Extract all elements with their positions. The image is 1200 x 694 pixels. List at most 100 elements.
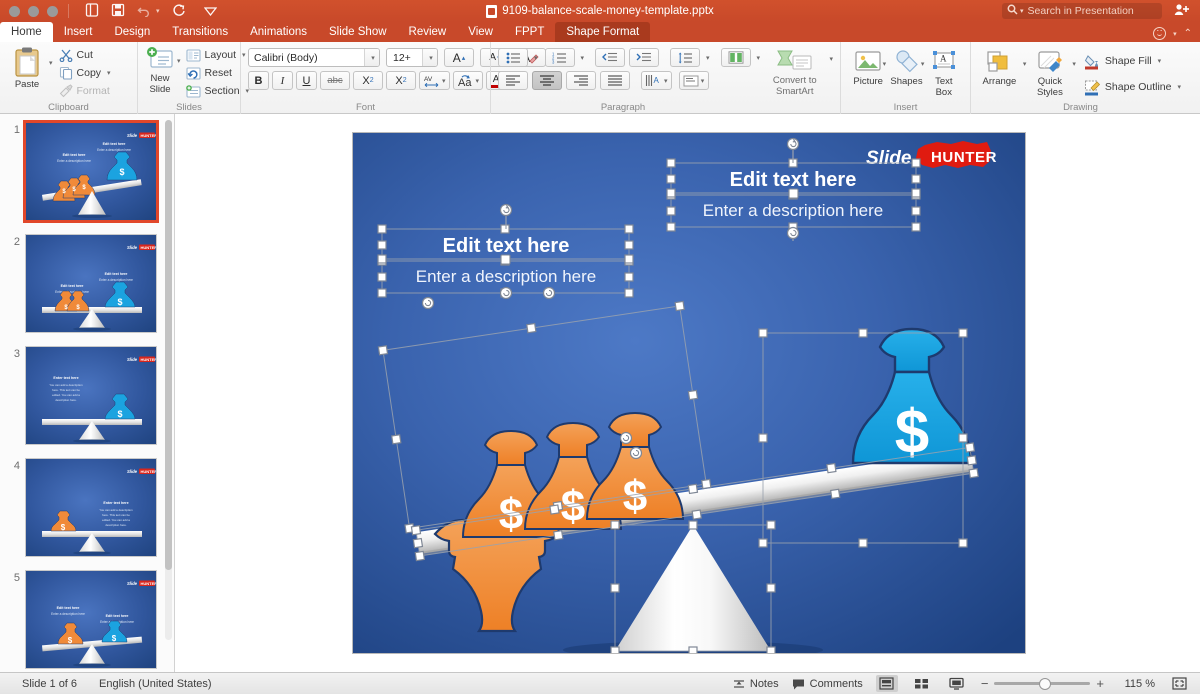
underline-button[interactable]: U [296, 71, 317, 90]
zoom-in-button[interactable]: + [1096, 677, 1104, 690]
fit-to-window-button[interactable] [1168, 675, 1190, 692]
font-size-caret[interactable]: ▾ [422, 49, 437, 66]
align-text-button[interactable]: ▾ [678, 71, 709, 90]
zoom-track[interactable] [994, 677, 1091, 690]
font-family-caret[interactable]: ▾ [364, 49, 379, 66]
bullets-button[interactable] [498, 48, 528, 67]
search-input[interactable] [1027, 5, 1157, 17]
thumbnail-scrollbar-thumb[interactable] [165, 120, 172, 570]
numbering-caret[interactable]: ▾ [581, 54, 585, 62]
paste-button[interactable]: Paste [7, 45, 47, 91]
window-controls[interactable] [9, 5, 58, 17]
quick-styles-button[interactable]: Quick Styles [1029, 48, 1070, 98]
columns-button[interactable] [720, 48, 751, 67]
ribbon-tabs[interactable]: Home Insert Design Transitions Animation… [0, 22, 1200, 42]
align-text-caret[interactable]: ▾ [701, 77, 705, 85]
thumbnail-row[interactable]: 3 Slide HUNTER Enter text here You can a… [0, 333, 174, 445]
normal-view-button[interactable] [875, 675, 898, 692]
shape-outline-caret[interactable]: ▾ [1177, 83, 1181, 91]
shape-outline-button[interactable]: Shape Outline ▾ [1082, 79, 1183, 95]
arrange-button[interactable]: Arrange [978, 48, 1021, 88]
subscript-button[interactable]: X2 [386, 71, 416, 90]
tab-shape-format[interactable]: Shape Format [555, 22, 651, 42]
undo-dropdown-caret[interactable]: ▾ [156, 7, 160, 15]
shape-fill-button[interactable]: Shape Fill ▾ [1082, 53, 1183, 69]
copy-dropdown-caret[interactable]: ▾ [107, 69, 111, 77]
align-center-button[interactable] [532, 71, 562, 90]
arrange-caret[interactable]: ▾ [1023, 48, 1027, 68]
tab-transitions[interactable]: Transitions [161, 22, 239, 42]
cut-button[interactable]: Cut [57, 47, 113, 63]
align-left-button[interactable] [498, 71, 528, 90]
share-user-icon[interactable] [1174, 3, 1190, 19]
numbering-button[interactable]: 123 [544, 48, 575, 67]
text-direction-button[interactable]: A ▾ [641, 71, 672, 90]
collapse-ribbon-chevron-icon[interactable]: ⌃ [1184, 28, 1192, 39]
slide-thumbnail-pane[interactable]: 1 Slide HUNTER Edit text here Enter a de… [0, 114, 175, 672]
thumbnail-row[interactable]: 4 Slide HUNTER Enter text here You can a… [0, 445, 174, 557]
superscript-button[interactable]: X2 [353, 71, 383, 90]
font-size-combobox[interactable]: 12+ ▾ [386, 48, 438, 67]
convert-to-smartart-button[interactable]: Convert to SmartArt [762, 47, 827, 97]
shape-fill-caret[interactable]: ▾ [1158, 57, 1162, 65]
character-spacing-caret[interactable]: ▾ [442, 77, 446, 85]
copy-button[interactable]: Copy ▾ [57, 65, 113, 81]
thumbnail-row[interactable]: 2 Slide HUNTER Edit text here Enter a de… [0, 221, 174, 333]
feedback-dropdown-caret[interactable]: ▾ [1173, 30, 1177, 38]
new-presentation-icon[interactable] [85, 3, 99, 19]
slide-thumbnail-5[interactable]: Slide HUNTER Edit text here Enter a desc… [25, 570, 157, 669]
tab-design[interactable]: Design [103, 22, 161, 42]
new-slide-button[interactable]: New Slide [145, 45, 175, 95]
slide-thumbnail-4[interactable]: Slide HUNTER Enter text here You can add… [25, 458, 157, 557]
grow-font-button[interactable]: A ▴ [444, 48, 474, 67]
zoom-knob[interactable] [1039, 677, 1052, 690]
bold-button[interactable]: B [248, 71, 269, 90]
thumbnail-row[interactable]: 5 Slide HUNTER Edit text here Enter a de… [0, 557, 174, 669]
slideshow-view-button[interactable] [946, 675, 968, 692]
quick-styles-caret[interactable]: ▾ [1072, 48, 1076, 68]
zoom-out-button[interactable]: − [981, 677, 989, 690]
slide-thumbnail-3[interactable]: Slide HUNTER Enter text here You can add… [25, 346, 157, 445]
justify-button[interactable] [600, 71, 630, 90]
bullets-caret[interactable]: ▾ [534, 54, 538, 62]
tab-insert[interactable]: Insert [53, 22, 104, 42]
slide-thumbnail-2[interactable]: Slide HUNTER Edit text here Enter a desc… [25, 234, 157, 333]
minimize-window-button[interactable] [28, 5, 39, 17]
text-direction-caret[interactable]: ▾ [664, 77, 668, 85]
language-indicator[interactable]: English (United States) [99, 678, 212, 690]
change-case-button[interactable]: Aa ▾ [452, 71, 484, 90]
close-window-button[interactable] [9, 5, 20, 17]
change-case-caret[interactable]: ▾ [476, 77, 480, 85]
font-family-combobox[interactable]: Calibri (Body) ▾ [248, 48, 380, 67]
undo-icon[interactable] [137, 4, 152, 19]
redo-icon[interactable] [172, 3, 186, 19]
tab-view[interactable]: View [457, 22, 504, 42]
increase-indent-button[interactable] [629, 48, 660, 67]
customize-toolbar-icon[interactable] [203, 5, 217, 18]
tab-slide-show[interactable]: Slide Show [318, 22, 398, 42]
smartart-dropdown-caret[interactable]: ▾ [829, 47, 833, 63]
thumbnail-scrollbar[interactable] [165, 120, 172, 640]
slide-thumbnail-1[interactable]: Slide HUNTER Edit text here Enter a desc… [23, 120, 159, 223]
tab-fppt[interactable]: FPPT [504, 22, 555, 42]
feedback-smiley-icon[interactable] [1153, 23, 1167, 40]
slide-canvas-pane[interactable]: Slide HUNTER $ $ $ $ Edit text here Ente… [175, 114, 1200, 672]
character-spacing-button[interactable]: AV ▾ [419, 71, 450, 90]
slide-sorter-view-button[interactable] [911, 675, 933, 692]
search-dropdown-caret[interactable]: ▾ [1020, 7, 1024, 15]
tab-home[interactable]: Home [0, 22, 53, 42]
paste-dropdown-caret[interactable]: ▾ [49, 45, 53, 67]
align-right-button[interactable] [566, 71, 596, 90]
tab-review[interactable]: Review [398, 22, 458, 42]
decrease-indent-button[interactable] [595, 48, 626, 67]
notes-button[interactable]: Notes [733, 678, 779, 690]
italic-button[interactable]: I [272, 71, 293, 90]
slide-canvas[interactable]: Slide HUNTER $ $ $ $ Edit text here Ente… [353, 133, 1025, 653]
line-spacing-caret[interactable]: ▾ [706, 54, 710, 62]
save-icon[interactable] [111, 3, 125, 19]
strikethrough-button[interactable]: abc [320, 71, 350, 90]
maximize-window-button[interactable] [47, 5, 58, 17]
text-box-button[interactable]: A Text Box [925, 48, 963, 98]
comments-button[interactable]: Comments [792, 678, 863, 690]
format-painter-button[interactable]: Format [57, 83, 113, 99]
